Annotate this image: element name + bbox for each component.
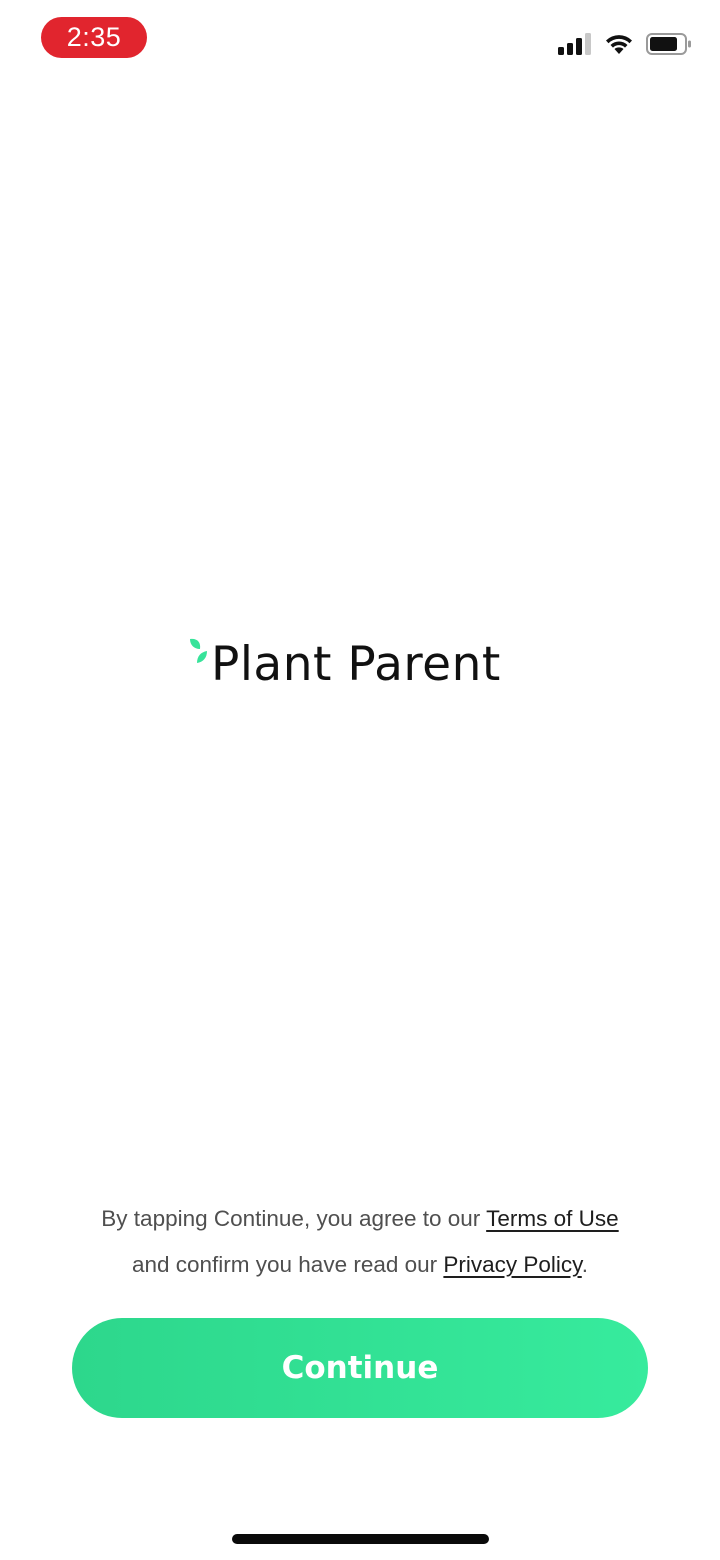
home-indicator[interactable]	[232, 1534, 489, 1544]
consent-suffix: .	[581, 1252, 589, 1277]
cellular-signal-icon	[558, 33, 591, 55]
terms-of-use-link[interactable]: Terms of Use	[486, 1206, 619, 1231]
status-bar: 2:35	[0, 0, 720, 80]
app-logo: Plant Parent	[188, 632, 501, 696]
consent-line-2: and confirm you have read our Privacy Po…	[40, 1242, 680, 1288]
battery-icon	[646, 33, 691, 55]
consent-line-1: By tapping Continue, you agree to our Te…	[40, 1196, 680, 1242]
consent-prefix-2: and confirm you have read our	[131, 1252, 444, 1277]
consent-prefix-1: By tapping Continue, you agree to our	[101, 1206, 487, 1231]
privacy-policy-link[interactable]: Privacy Policy	[443, 1252, 581, 1277]
consent-text: By tapping Continue, you agree to our Te…	[40, 1196, 680, 1288]
app-name: Plant Parent	[211, 636, 501, 692]
status-icons	[558, 30, 692, 58]
leaf-icon	[190, 638, 207, 663]
status-time[interactable]: 2:35	[41, 17, 147, 58]
continue-button[interactable]: Continue	[72, 1318, 648, 1418]
welcome-screen: 2:35 Plant Parent By tapping Continue, y…	[0, 0, 720, 1560]
wifi-icon	[606, 35, 632, 54]
